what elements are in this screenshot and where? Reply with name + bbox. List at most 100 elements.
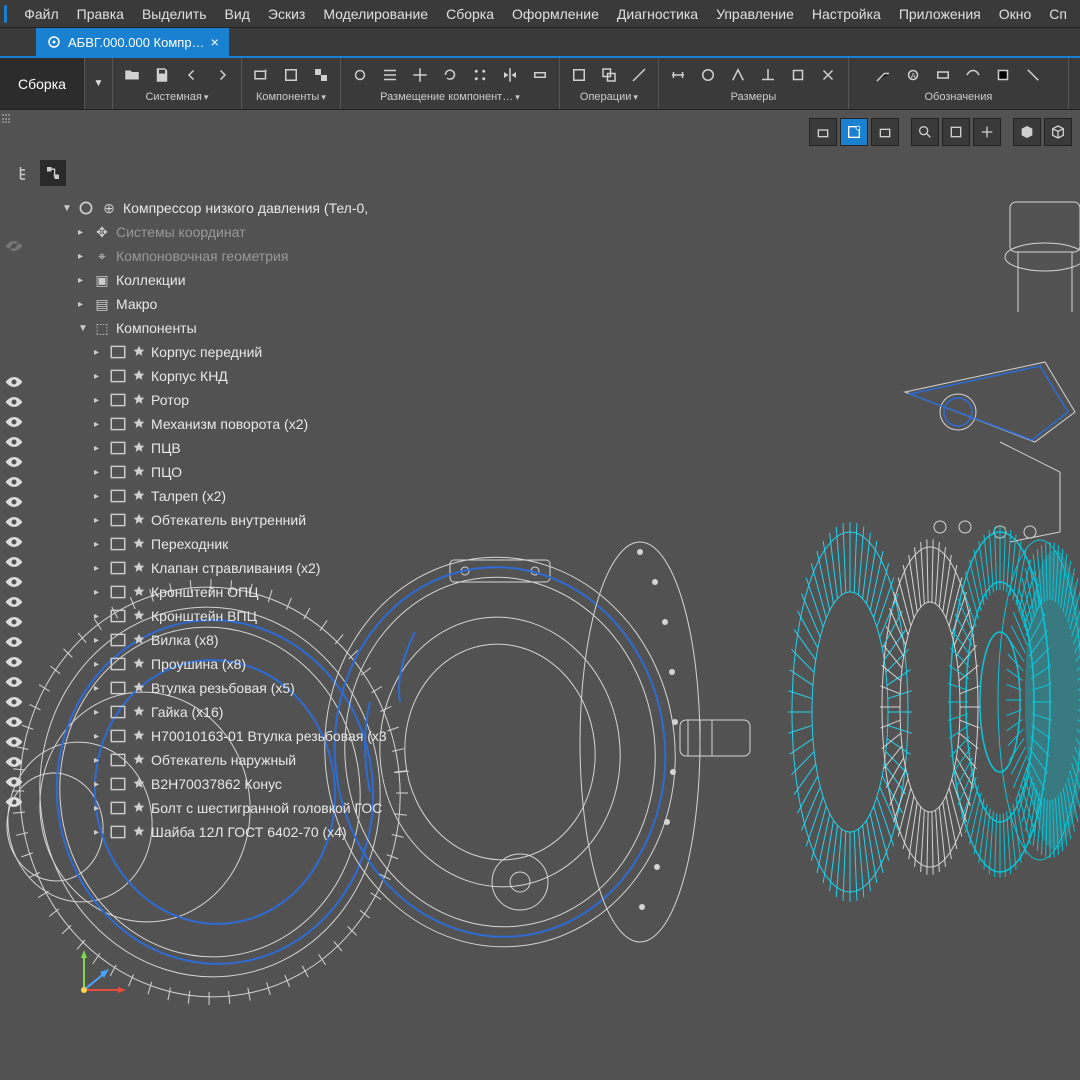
visibility-toggle[interactable] bbox=[2, 236, 26, 256]
move-icon[interactable] bbox=[407, 62, 433, 88]
visibility-toggle[interactable] bbox=[2, 712, 26, 732]
visibility-toggle[interactable] bbox=[2, 452, 26, 472]
tree-component-item[interactable]: ▸Талреп (x2) bbox=[12, 484, 392, 508]
visibility-toggle[interactable] bbox=[2, 652, 26, 672]
mode-dropdown[interactable]: ▼ bbox=[85, 58, 113, 109]
tree-component-item[interactable]: ▸Корпус передний bbox=[12, 340, 392, 364]
view-shaded-icon[interactable] bbox=[871, 118, 899, 146]
op2-icon[interactable] bbox=[596, 62, 622, 88]
redo-icon[interactable] bbox=[209, 62, 235, 88]
tree-component-item[interactable]: ▸В2Н70037862 Конус bbox=[12, 772, 392, 796]
visibility-toggle[interactable] bbox=[2, 552, 26, 572]
toggle-icon[interactable] bbox=[308, 62, 334, 88]
tree-node-collections[interactable]: ▸▣ Коллекции bbox=[12, 268, 392, 292]
view-orient-icon[interactable] bbox=[809, 118, 837, 146]
visibility-toggle[interactable] bbox=[2, 412, 26, 432]
visibility-toggle[interactable] bbox=[2, 732, 26, 752]
menu-modeling[interactable]: Моделирование bbox=[314, 6, 437, 22]
dim5-icon[interactable] bbox=[785, 62, 811, 88]
visibility-toggle[interactable] bbox=[2, 772, 26, 792]
save-icon[interactable] bbox=[149, 62, 175, 88]
menu-sketch[interactable]: Эскиз bbox=[259, 6, 314, 22]
tree-component-item[interactable]: ▸Клапан стравливания (x2) bbox=[12, 556, 392, 580]
menu-edit[interactable]: Правка bbox=[68, 6, 133, 22]
menu-assembly[interactable]: Сборка bbox=[437, 6, 503, 22]
menu-manage[interactable]: Управление bbox=[707, 6, 803, 22]
menu-apps[interactable]: Приложения bbox=[890, 6, 990, 22]
zoom-dropdown-icon[interactable] bbox=[911, 118, 939, 146]
align-icon[interactable] bbox=[377, 62, 403, 88]
visibility-toggle[interactable] bbox=[2, 792, 26, 812]
panel-grip-icon[interactable] bbox=[2, 114, 12, 124]
visibility-toggle[interactable] bbox=[2, 672, 26, 692]
tree-component-item[interactable]: ▸Шайба 12Л ГОСТ 6402-70 (x4) bbox=[12, 820, 392, 844]
ann5-icon[interactable] bbox=[990, 62, 1016, 88]
dim2-icon[interactable] bbox=[695, 62, 721, 88]
ann6-icon[interactable] bbox=[1020, 62, 1046, 88]
cube-icon[interactable] bbox=[1044, 118, 1072, 146]
model-tree[interactable]: ▼ ⊕ Компрессор низкого давления (Тел-0, … bbox=[12, 196, 392, 844]
op3-icon[interactable] bbox=[626, 62, 652, 88]
visibility-toggle[interactable] bbox=[2, 592, 26, 612]
menu-help[interactable]: Сп bbox=[1040, 6, 1076, 22]
tool7-icon[interactable] bbox=[527, 62, 553, 88]
dim1-icon[interactable] bbox=[665, 62, 691, 88]
ann3-icon[interactable] bbox=[930, 62, 956, 88]
tree-component-item[interactable]: ▸Механизм поворота (x2) bbox=[12, 412, 392, 436]
menu-file[interactable]: Файл bbox=[15, 6, 67, 22]
menu-diagnostics[interactable]: Диагностика bbox=[608, 6, 707, 22]
visibility-toggle[interactable] bbox=[2, 632, 26, 652]
visibility-toggle[interactable] bbox=[2, 492, 26, 512]
tree-node-coord[interactable]: ▸✥ Системы координат bbox=[12, 220, 392, 244]
undo-icon[interactable] bbox=[179, 62, 205, 88]
tree-root[interactable]: ▼ ⊕ Компрессор низкого давления (Тел-0, bbox=[12, 196, 392, 220]
dim3-icon[interactable] bbox=[725, 62, 751, 88]
visibility-toggle[interactable] bbox=[2, 372, 26, 392]
tree-component-item[interactable]: ▸Вилка (x8) bbox=[12, 628, 392, 652]
visibility-toggle[interactable] bbox=[2, 572, 26, 592]
dim4-icon[interactable] bbox=[755, 62, 781, 88]
pattern-icon[interactable] bbox=[467, 62, 493, 88]
document-tab[interactable]: АБВГ.000.000 Компр… × bbox=[36, 28, 229, 56]
add-part-icon[interactable]: + bbox=[248, 62, 274, 88]
mate-icon[interactable] bbox=[347, 62, 373, 88]
tree-component-item[interactable]: ▸Болт с шестигранной головкой ГОС bbox=[12, 796, 392, 820]
tree-component-item[interactable]: ▸Переходник bbox=[12, 532, 392, 556]
menu-settings[interactable]: Настройка bbox=[803, 6, 890, 22]
ann1-icon[interactable] bbox=[870, 62, 896, 88]
fit-icon[interactable] bbox=[942, 118, 970, 146]
tree-component-item[interactable]: ▸Обтекатель внутренний bbox=[12, 508, 392, 532]
view-wireframe-icon[interactable] bbox=[840, 118, 868, 146]
tree-component-item[interactable]: ▸Ротор bbox=[12, 388, 392, 412]
visibility-toggle[interactable] bbox=[2, 752, 26, 772]
open-icon[interactable] bbox=[119, 62, 145, 88]
visibility-toggle[interactable] bbox=[2, 512, 26, 532]
tree-node-layout[interactable]: ▸⌖ Компоновочная геометрия bbox=[12, 244, 392, 268]
render-style-icon[interactable] bbox=[1013, 118, 1041, 146]
visibility-toggle[interactable] bbox=[2, 392, 26, 412]
tree-node-macro[interactable]: ▸▤ Макро bbox=[12, 292, 392, 316]
menu-view[interactable]: Вид bbox=[216, 6, 259, 22]
tree-component-item[interactable]: ▸Кронштейн ВПЦ bbox=[12, 604, 392, 628]
tree-component-item[interactable]: ▸ПЦО bbox=[12, 460, 392, 484]
tree-component-item[interactable]: ▸Кронштейн ОПЦ bbox=[12, 580, 392, 604]
section-icon[interactable] bbox=[973, 118, 1001, 146]
tree-node-components[interactable]: ▼⬚ Компоненты bbox=[12, 316, 392, 340]
visibility-toggle[interactable] bbox=[2, 432, 26, 452]
mirror-icon[interactable] bbox=[497, 62, 523, 88]
menu-formatting[interactable]: Оформление bbox=[503, 6, 608, 22]
tree-tab-structure-icon[interactable] bbox=[12, 160, 38, 186]
tab-close-button[interactable]: × bbox=[211, 34, 219, 50]
tree-component-item[interactable]: ▸Проушина (x8) bbox=[12, 652, 392, 676]
rotate-icon[interactable] bbox=[437, 62, 463, 88]
ann2-icon[interactable]: A bbox=[900, 62, 926, 88]
tree-component-item[interactable]: ▸Втулка резьбовая (x5) bbox=[12, 676, 392, 700]
tree-component-item[interactable]: ▸ПЦВ bbox=[12, 436, 392, 460]
visibility-toggle[interactable] bbox=[2, 692, 26, 712]
tree-component-item[interactable]: ▸Корпус КНД bbox=[12, 364, 392, 388]
dim6-icon[interactable] bbox=[815, 62, 841, 88]
tree-component-item[interactable]: ▸Н70010163-01 Втулка резьбовая (x3 bbox=[12, 724, 392, 748]
tree-component-item[interactable]: ▸Гайка (x16) bbox=[12, 700, 392, 724]
tree-tab-hierarchy-icon[interactable] bbox=[40, 160, 66, 186]
tree-component-item[interactable]: ▸Обтекатель наружный bbox=[12, 748, 392, 772]
